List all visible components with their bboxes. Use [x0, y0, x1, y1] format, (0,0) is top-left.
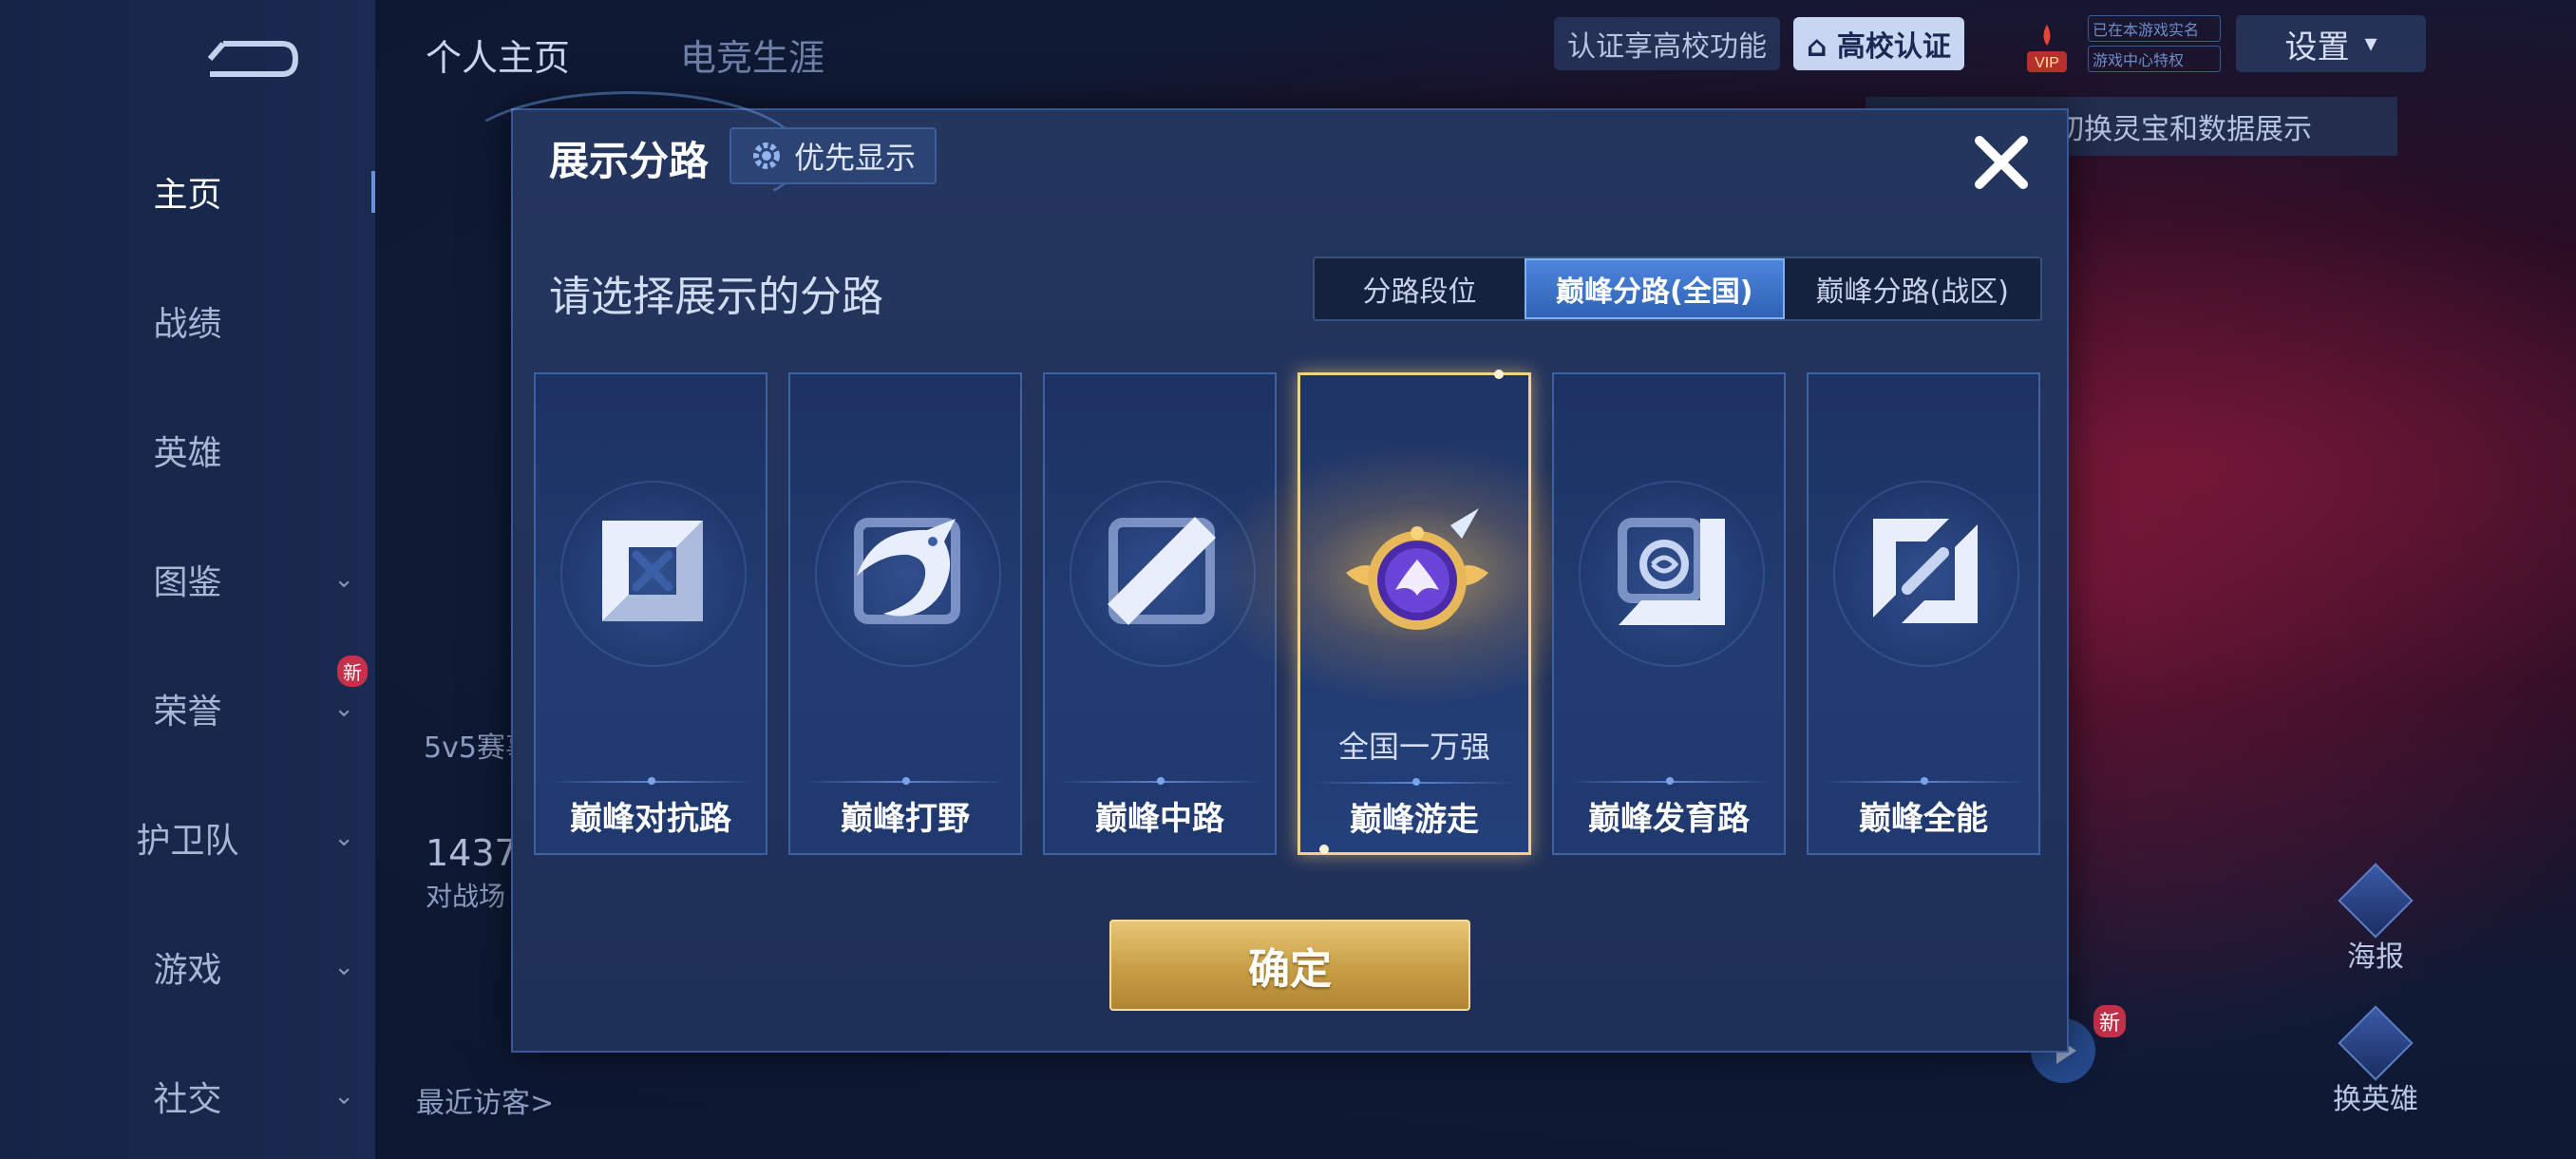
dialog-title: 展示分路: [549, 138, 710, 184]
vip-tag: 游戏中心特权: [2088, 46, 2221, 72]
tooltip-text: 切换灵宝和数据展示: [2055, 113, 2312, 146]
chevron-down-icon: ▾: [2364, 29, 2377, 58]
close-icon[interactable]: [1966, 127, 2036, 198]
roam-emblem-icon: [1346, 508, 1488, 630]
corner-sparkle: [1319, 845, 1329, 854]
sidebar-item-records[interactable]: 战绩: [0, 283, 375, 359]
all-round-icon: [1873, 519, 1978, 623]
tab-profile[interactable]: 个人主页: [426, 28, 570, 81]
segment-lane-rank[interactable]: 分路段位: [1315, 258, 1525, 319]
divider-dot: [902, 777, 910, 785]
back-arrow-icon[interactable]: [195, 36, 299, 82]
divider-dot: [1412, 778, 1420, 786]
chevron-down-icon: ⌄: [333, 565, 354, 594]
lane-card-farm[interactable]: 巅峰发育路: [1552, 372, 1786, 855]
sidebar-item-label: 荣誉: [153, 693, 222, 732]
sidebar: 主页 战绩 英雄 图鉴 ⌄ 荣誉 ⌄ 新 护卫队 ⌄ 游戏 ⌄ 社交 ⌄: [0, 0, 375, 1159]
sidebar-item-social[interactable]: 社交 ⌄: [0, 1058, 375, 1134]
vip-label: VIP: [2035, 55, 2059, 71]
sidebar-item-label: 主页: [153, 176, 222, 215]
lane-select-dialog: 展示分路 优先显示 请选择展示的分路 分路段位 巅峰分路(全国) 巅峰分路(战区…: [456, 91, 2069, 1053]
chevron-down-icon: ⌄: [333, 953, 354, 981]
clash-lane-icon: [602, 521, 703, 621]
sidebar-item-label: 社交: [153, 1080, 222, 1119]
lane-type-segmented-control: 分路段位 巅峰分路(全国) 巅峰分路(战区): [1313, 256, 2042, 321]
sidebar-item-guard[interactable]: 护卫队 ⌄: [0, 800, 375, 876]
mid-lane-icon: [1108, 517, 1216, 625]
lane-card-label: 巅峰中路: [1095, 800, 1224, 838]
jungle-dragon-icon: [854, 518, 960, 624]
battle-label: 对战场: [426, 881, 506, 912]
poster-label: 海报: [2347, 940, 2404, 974]
campus-badge[interactable]: ⌂ 高校认证: [1793, 17, 1964, 70]
confirm-button[interactable]: 确定: [1109, 920, 1470, 1011]
vip-icon[interactable]: VIP: [2021, 21, 2073, 76]
sidebar-item-label: 游戏: [153, 951, 222, 990]
lane-card-label: 巅峰全能: [1859, 800, 1988, 838]
rank-text: 全国一万强: [1337, 729, 1490, 765]
sidebar-item-heroes[interactable]: 英雄: [0, 412, 375, 488]
segment-peak-national[interactable]: 巅峰分路(全国): [1525, 258, 1785, 319]
chevron-down-icon: ⌄: [333, 694, 354, 723]
chevron-down-icon: ⌄: [333, 824, 354, 852]
vip-tags: 已在本游戏实名 游戏中心特权: [2088, 15, 2221, 76]
dialog-subtitle: 请选择展示的分路: [549, 273, 883, 321]
corner-sparkle: [1494, 370, 1504, 379]
swap-hero-button[interactable]: 换英雄: [2323, 1005, 2428, 1117]
sidebar-item-label: 战绩: [153, 305, 222, 344]
divider-dot: [1921, 777, 1928, 785]
sidebar-item-game[interactable]: 游戏 ⌄: [0, 929, 375, 1005]
lane-card-jungle[interactable]: 巅峰打野: [788, 372, 1022, 855]
visitors-link[interactable]: 最近访客>: [416, 1079, 554, 1121]
sidebar-item-codex[interactable]: 图鉴 ⌄: [0, 542, 375, 618]
sidebar-item-home[interactable]: 主页: [0, 154, 375, 230]
settings-button[interactable]: 设置 ▾: [2236, 15, 2426, 72]
farm-lane-icon: [1618, 518, 1725, 625]
segment-peak-region[interactable]: 巅峰分路(战区): [1785, 258, 2041, 319]
settings-label: 设置: [2284, 28, 2350, 66]
lane-card-label: 巅峰对抗路: [570, 800, 731, 838]
priority-display-button[interactable]: 优先显示: [729, 127, 938, 184]
gear-icon: [753, 142, 780, 169]
new-badge: 新: [337, 656, 368, 687]
new-badge: 新: [2093, 1005, 2127, 1037]
divider-dot: [1666, 777, 1674, 785]
lane-card-label: 巅峰打野: [841, 800, 970, 838]
sidebar-item-label: 英雄: [153, 434, 222, 473]
header-right-group: 认证享高校功能 ⌂ 高校认证: [1554, 17, 1964, 70]
campus-icon: ⌂: [1807, 30, 1837, 64]
lane-card-roam[interactable]: 全国一万强 巅峰游走: [1186, 370, 1652, 855]
campus-badge-label: 高校认证: [1836, 30, 1951, 64]
lane-card-all-round[interactable]: 巅峰全能: [1807, 372, 2040, 855]
sidebar-item-label: 护卫队: [136, 822, 239, 861]
sidebar-item-label: 图鉴: [153, 563, 222, 602]
swap-hero-label: 换英雄: [2333, 1083, 2418, 1116]
vip-tag: 已在本游戏实名: [2088, 15, 2221, 42]
lane-card-mid[interactable]: 巅峰中路: [1043, 372, 1277, 855]
lane-card-clash[interactable]: 巅峰对抗路: [534, 372, 767, 855]
swap-hero-icon: [2338, 1005, 2414, 1081]
divider-dot: [1157, 777, 1165, 785]
verify-link[interactable]: 认证享高校功能: [1554, 17, 1780, 70]
tab-esports[interactable]: 电竞生涯: [680, 28, 824, 81]
divider-dot: [648, 777, 655, 785]
poster-button[interactable]: 海报: [2323, 863, 2428, 975]
lane-card-label: 巅峰游走: [1350, 801, 1479, 839]
chevron-down-icon: ⌄: [333, 1082, 354, 1111]
battle-count: 1437: [426, 832, 518, 874]
sidebar-item-honor[interactable]: 荣誉 ⌄: [0, 671, 375, 747]
priority-label: 优先显示: [794, 140, 917, 176]
poster-icon: [2338, 863, 2414, 939]
lane-card-label: 巅峰发育路: [1588, 800, 1750, 838]
confirm-label: 确定: [1248, 945, 1332, 994]
